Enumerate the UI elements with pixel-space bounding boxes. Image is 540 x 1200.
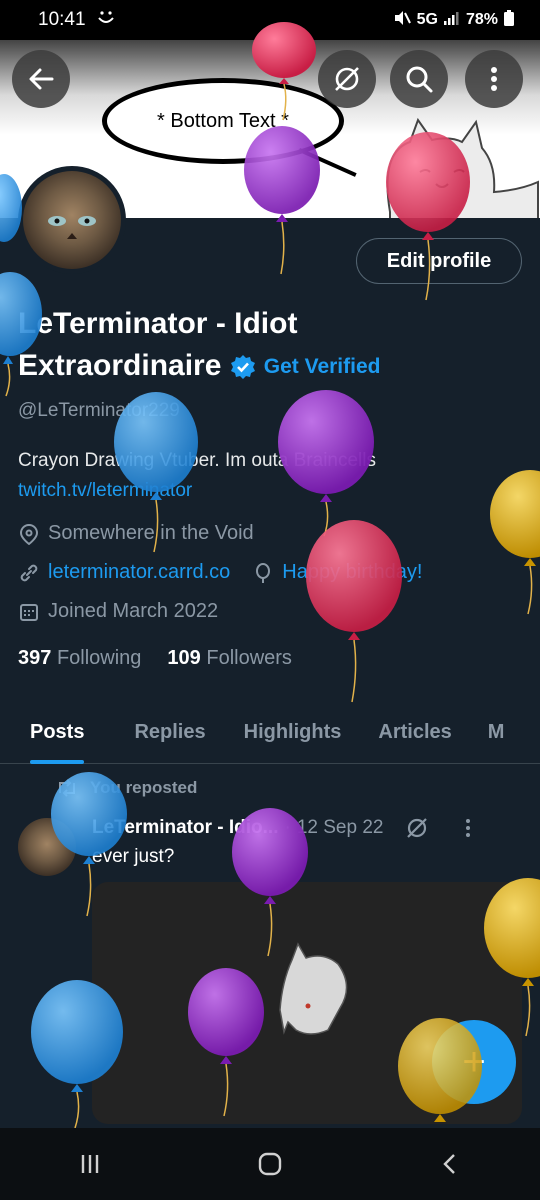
followers-link[interactable]: 109 Followers — [167, 647, 292, 670]
home-icon[interactable] — [257, 1151, 283, 1177]
tab-media[interactable]: M — [488, 700, 505, 764]
website-row: leterminator.carrd.co Happy birthday! — [18, 561, 422, 584]
status-bar: 10:41 5G 78% — [0, 0, 540, 40]
calendar-icon — [20, 603, 38, 621]
tab-replies[interactable]: Replies — [134, 700, 205, 764]
post-more-icon[interactable] — [465, 818, 471, 838]
post-text: ever just? — [92, 846, 175, 867]
more-vert-icon — [491, 67, 497, 91]
following-link[interactable]: 397 Following — [18, 647, 141, 670]
website-link[interactable]: leterminator.carrd.co — [48, 561, 230, 584]
link-icon — [20, 564, 38, 581]
status-time: 10:41 — [38, 9, 86, 30]
cat-avatar-image — [23, 171, 121, 269]
tab-articles[interactable]: Articles — [378, 700, 451, 764]
edit-profile-button[interactable]: Edit profile — [356, 238, 522, 284]
tab-highlights[interactable]: Highlights — [244, 700, 342, 764]
balloon-yellow-right — [490, 470, 540, 615]
profile-tabs: Posts Replies Highlights Articles M — [0, 700, 540, 764]
followers-label: Followers — [206, 647, 292, 669]
birthday-text: Happy birthday! — [282, 561, 423, 583]
grok-button[interactable] — [318, 50, 376, 108]
compose-button[interactable]: + — [432, 1020, 516, 1104]
battery-label: 78% — [465, 11, 498, 28]
joined-row: Joined March 2022 — [18, 600, 218, 623]
search-button[interactable] — [390, 50, 448, 108]
repost-icon — [59, 779, 75, 797]
following-label: Following — [56, 647, 142, 669]
grok-icon[interactable] — [405, 816, 429, 840]
post-author[interactable]: LeTerminator - Idio... — [92, 817, 279, 839]
joined-text: Joined March 2022 — [48, 600, 219, 622]
balloon-icon — [256, 562, 271, 583]
speech-text: * Bottom Text * — [157, 109, 289, 132]
post-date: 12 Sep 22 — [296, 817, 384, 838]
more-button[interactable] — [465, 50, 523, 108]
battery-icon — [504, 9, 514, 31]
balloon-red-mid — [306, 520, 402, 703]
profile-name: LeTerminator - Idiot Extraordinaire Get … — [18, 303, 518, 388]
no-eye-icon — [335, 67, 359, 91]
reposted-row: You reposted — [56, 778, 197, 798]
bio-text: Crayon Drawing Vtuber. Im outa Braincell… — [18, 450, 376, 471]
post-header: LeTerminator - Idio... · 12 Sep 22 — [92, 816, 471, 840]
followers-count: 109 — [167, 647, 201, 669]
post-avatar[interactable] — [18, 818, 76, 876]
get-verified-link[interactable]: Get Verified — [264, 346, 381, 388]
location-row: Somewhere in the Void — [18, 522, 254, 545]
profile-bio: Crayon Drawing Vtuber. Im outa Braincell… — [18, 446, 376, 506]
smile-icon — [96, 7, 116, 33]
profile-handle: @LeTerminator229 — [18, 400, 180, 421]
location-text: Somewhere in the Void — [48, 522, 254, 544]
location-icon — [19, 523, 39, 545]
bio-link[interactable]: twitch.tv/leterminator — [18, 476, 376, 506]
following-count: 397 — [18, 647, 52, 669]
back-arrow-icon — [29, 68, 54, 90]
tab-posts[interactable]: Posts — [30, 700, 85, 764]
search-icon — [406, 66, 433, 93]
cat-drawing — [386, 117, 539, 218]
back-button[interactable] — [12, 50, 70, 108]
signal-icon — [443, 11, 460, 30]
follow-stats: 397 Following 109 Followers — [18, 647, 292, 670]
network-label: 5G — [416, 11, 438, 28]
speech-tail — [286, 148, 357, 205]
back-nav-icon[interactable] — [438, 1152, 462, 1176]
profile-name-line2: Extraordinaire — [18, 349, 222, 382]
verified-badge-icon — [230, 355, 255, 380]
profile-name-line1: LeTerminator - Idiot — [18, 307, 298, 340]
profile-avatar[interactable] — [18, 166, 126, 274]
post-separator: · — [284, 817, 291, 838]
mute-icon — [393, 10, 411, 31]
reposted-label: You reposted — [90, 778, 198, 797]
system-nav-bar — [0, 1128, 540, 1200]
recents-icon[interactable] — [78, 1152, 102, 1176]
